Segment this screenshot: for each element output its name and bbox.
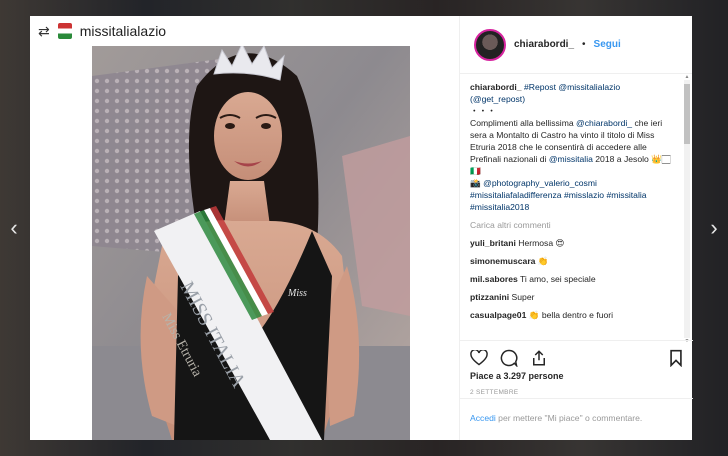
comment-item: mil.sabores Ti amo, sei speciale xyxy=(470,273,675,285)
caption-username[interactable]: chiarabordi_ xyxy=(470,82,522,92)
repost-icon: ⇄ xyxy=(38,22,50,39)
account-logo-icon xyxy=(57,23,72,39)
comment-item: yuli_britani Hermosa 😍 xyxy=(470,237,675,249)
share-icon[interactable] xyxy=(530,349,548,367)
bookmark-icon[interactable] xyxy=(669,349,683,367)
comment-item: casualpage01 👏 bella dentro e fuori xyxy=(470,309,675,321)
comment-text: 👏 xyxy=(537,256,549,266)
next-post-arrow[interactable]: › xyxy=(704,214,724,242)
caption-text-4: 📸 xyxy=(470,178,484,188)
add-comment-text: per mettere "Mi piace" o commentare. xyxy=(495,413,643,423)
comment-text: Hermosa 😍 xyxy=(518,238,565,248)
caption-dots: ・・・ xyxy=(470,106,496,116)
comment-text: Ti amo, sei speciale xyxy=(520,274,596,284)
post-date: 2 SETTEMBRE xyxy=(470,389,519,396)
swimsuit-logo: Miss xyxy=(287,288,307,299)
comment-item: ptizzanini Super xyxy=(470,291,675,303)
post-header: chiarabordi_ • Segui xyxy=(460,16,692,74)
post-actions: Piace a 3.297 persone 2 SETTEMBRE xyxy=(460,340,693,396)
get-repost-mention[interactable]: (@get_repost) xyxy=(470,94,525,104)
repost-mention[interactable]: @missitalialazio xyxy=(558,82,620,92)
heart-icon[interactable] xyxy=(470,350,488,366)
follow-button[interactable]: Segui xyxy=(594,39,621,50)
scrollbar-thumb[interactable] xyxy=(684,84,690,144)
repost-hashtag[interactable]: #Repost xyxy=(524,82,556,92)
post-photo: Miss MISS ITALIA Miss Etruria ⇄ missital… xyxy=(30,16,459,440)
scroll-up-arrow-icon[interactable]: ▲ xyxy=(684,74,690,80)
repost-banner: ⇄ missitalialazio xyxy=(30,16,459,46)
comment-username[interactable]: yuli_britani xyxy=(470,238,516,248)
comment-text: 👏 bella dentro e fuori xyxy=(528,310,614,320)
header-username[interactable]: chiarabordi_ xyxy=(514,39,574,50)
header-separator: • xyxy=(582,39,586,50)
comments-scrollbar[interactable]: ▲ ▼ xyxy=(684,74,690,344)
post-sidebar: chiarabordi_ • Segui chiarabordi_ #Repos… xyxy=(459,16,693,440)
post-modal: Miss MISS ITALIA Miss Etruria ⇄ missital… xyxy=(30,16,693,440)
comment-username[interactable]: casualpage01 xyxy=(470,310,526,320)
add-comment-prompt: Accedi per mettere "Mi piace" o commenta… xyxy=(460,398,693,424)
load-more-comments[interactable]: Carica altri commenti xyxy=(470,219,675,231)
comment-username[interactable]: ptizzanini xyxy=(470,292,509,302)
repost-username[interactable]: missitalialazio xyxy=(80,23,166,39)
likes-count[interactable]: Piace a 3.297 persone xyxy=(470,371,683,381)
action-icons-row xyxy=(470,347,683,369)
caption-mention-1[interactable]: @chiarabordi_ xyxy=(576,118,632,128)
comment-text: Super xyxy=(511,292,535,302)
comment-item: simonemuscara 👏 xyxy=(470,255,675,267)
caption-hashtags[interactable]: #missitaliafaladifferenza #misslazio #mi… xyxy=(470,190,647,212)
previous-post-arrow[interactable]: ‹ xyxy=(4,214,24,242)
avatar[interactable] xyxy=(474,28,506,61)
comment-icon[interactable] xyxy=(500,349,518,367)
comments-list[interactable]: chiarabordi_ #Repost @missitalialazio (@… xyxy=(460,76,693,338)
post-caption: chiarabordi_ #Repost @missitalialazio (@… xyxy=(470,81,675,213)
login-link[interactable]: Accedi xyxy=(470,413,496,423)
comment-username[interactable]: mil.sabores xyxy=(470,274,518,284)
comment-username[interactable]: simonemuscara xyxy=(470,256,535,266)
caption-text-1: Complimenti alla bellissima xyxy=(470,118,577,128)
photo-image: Miss MISS ITALIA Miss Etruria xyxy=(92,16,410,440)
caption-mention-3[interactable]: @photography_valerio_cosmi xyxy=(483,178,597,188)
caption-mention-2[interactable]: @missitalia xyxy=(549,154,593,164)
